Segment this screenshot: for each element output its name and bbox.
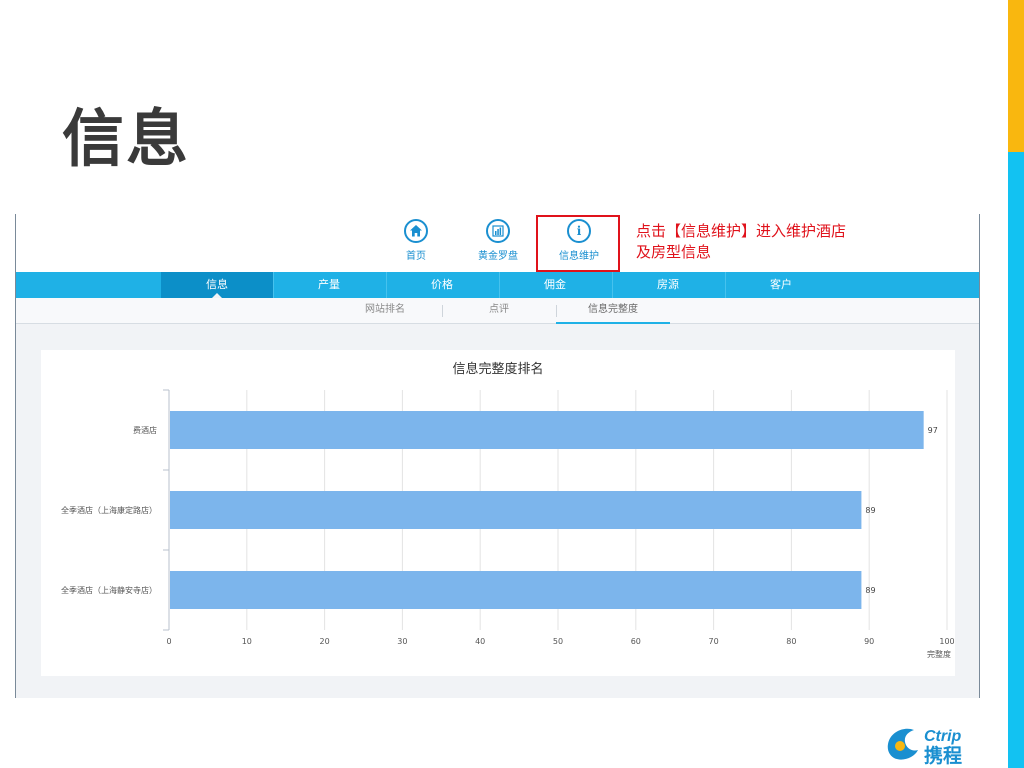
right-accent-bar-orange <box>1008 0 1024 152</box>
mainnav-item-info[interactable]: 信息 <box>161 272 273 298</box>
logo-text-bottom: 携程 <box>924 744 962 766</box>
chart-x-tick-label: 30 <box>397 637 407 646</box>
main-nav: 信息 产量 价格 佣金 房源 客户 <box>16 272 979 298</box>
chart-data-label: 97 <box>928 426 938 435</box>
mainnav-item-output[interactable]: 产量 <box>273 272 385 298</box>
chart-x-tick-label: 0 <box>166 637 171 646</box>
mainnav-item-label: 客户 <box>770 278 792 291</box>
subnav-item-label: 点评 <box>489 304 509 315</box>
subnav-item-info-completeness[interactable]: 信息完整度 <box>556 298 670 324</box>
mainnav-item-label: 信息 <box>206 278 228 291</box>
chart-bar <box>170 491 862 529</box>
chart-x-tick-label: 100 <box>939 637 954 646</box>
topnav-home-label: 首页 <box>406 251 426 262</box>
chart-x-tick-label: 40 <box>475 637 485 646</box>
sub-nav: 网站排名 点评 信息完整度 <box>16 298 979 324</box>
subnav-item-label: 网站排名 <box>365 304 405 315</box>
mainnav-item-price[interactable]: 价格 <box>386 272 498 298</box>
chart-data-label: 89 <box>865 506 875 515</box>
embedded-screenshot: 首页 黄金罗盘 i 信息维护 点击【信息维护】进入维护酒店 及房型信息 信息 产… <box>15 214 980 698</box>
logo-text-top: Ctrip <box>924 728 962 745</box>
chart-category-label: 全季酒店（上海静安寺店） <box>61 585 157 595</box>
chart-data-label: 89 <box>865 586 875 595</box>
mainnav-item-commission[interactable]: 佣金 <box>499 272 611 298</box>
right-accent-bar-cyan <box>1008 152 1024 768</box>
mainnav-item-customers[interactable]: 客户 <box>725 272 837 298</box>
annotation-line-2: 及房型信息 <box>636 243 712 261</box>
chart-x-tick-label: 70 <box>709 637 719 646</box>
annotation-line-1: 点击【信息维护】进入维护酒店 <box>636 222 847 240</box>
subnav-item-label: 信息完整度 <box>588 304 638 315</box>
mainnav-item-label: 佣金 <box>544 278 566 291</box>
mainnav-item-rooms[interactable]: 房源 <box>612 272 724 298</box>
chart-x-tick-label: 60 <box>631 637 641 646</box>
mainnav-item-label: 产量 <box>318 278 340 291</box>
slide-title: 信息 <box>62 102 191 175</box>
chart-category-label: 全季酒店（上海康定路店） <box>61 505 157 515</box>
mainnav-item-label: 房源 <box>657 278 679 291</box>
chart-category-label: 费酒店 <box>133 425 157 435</box>
subnav-item-reviews[interactable]: 点评 <box>442 298 556 324</box>
chart-x-tick-label: 50 <box>553 637 563 646</box>
chart-bar <box>170 571 862 609</box>
mainnav-item-label: 价格 <box>431 278 453 291</box>
topnav-golden-compass[interactable]: 黄金罗盘 <box>468 219 528 262</box>
chart-svg: 费酒店 97 全季酒店（上海康定路店） 89 全季酒店（上海静安寺店） 89 0 10 20 30… <box>61 389 955 659</box>
chart-panel: 信息完整度排名 费酒店 97 全季酒店（上海康定路店） 89 全季酒店（上海静安寺店） 8… <box>41 350 955 676</box>
bar-chart-icon <box>486 219 510 243</box>
chart-x-tick-label: 10 <box>242 637 252 646</box>
chart-x-tick-label: 20 <box>320 637 330 646</box>
home-icon <box>404 219 428 243</box>
chart-x-axis-label: 完整度 <box>927 649 951 659</box>
chart-bar <box>170 411 924 449</box>
topnav-home[interactable]: 首页 <box>386 219 446 262</box>
ctrip-logo: Ctrip 携程 <box>887 728 962 766</box>
subnav-item-site-ranking[interactable]: 网站排名 <box>328 298 442 324</box>
topnav-golden-compass-label: 黄金罗盘 <box>478 251 518 262</box>
dolphin-eye <box>895 741 905 751</box>
annotation-text: 点击【信息维护】进入维护酒店 及房型信息 <box>636 221 896 263</box>
highlight-box <box>536 215 620 272</box>
chart-x-tick-label: 90 <box>864 637 874 646</box>
chart-x-tick-label: 80 <box>786 637 796 646</box>
